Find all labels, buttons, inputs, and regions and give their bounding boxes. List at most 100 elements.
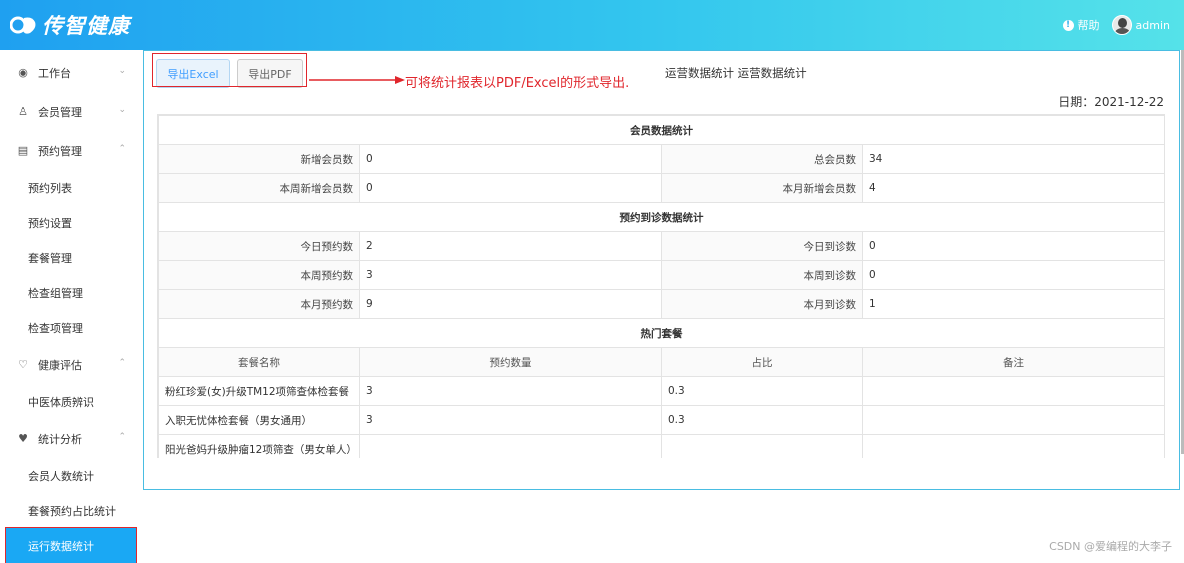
table-row: 粉红珍爱(女)升级TM12项筛查体检套餐 3 0.3 [158, 376, 1164, 406]
calendar-icon: ▤ [17, 144, 29, 157]
stat-label: 本周预约数 [158, 260, 360, 290]
sidebar-item-operation-stats[interactable]: 运行数据统计 [5, 527, 137, 563]
stat-value: 0 [359, 173, 662, 203]
help-link[interactable]: 帮助 [1078, 17, 1100, 33]
report-panel: 导出Excel 导出PDF 可将统计报表以PDF/Excel的形式导出. 运营数… [143, 50, 1180, 490]
package-name: 入职无忧体检套餐（男女通用） [158, 405, 360, 435]
table-row: 本月预约数 9 本月到诊数 1 [158, 289, 1164, 319]
sidebar-group-health[interactable]: ♡ 健康评估 ⌃ [0, 345, 142, 384]
date-value: 2021-12-22 [1094, 95, 1164, 109]
table-header-row: 套餐名称 预约数量 占比 备注 [158, 347, 1164, 377]
stat-value: 0 [862, 260, 1164, 290]
watermark: CSDN @爱编程的大李子 [1049, 540, 1172, 553]
sidebar-group-label: 健康评估 [38, 358, 82, 372]
stat-value: 9 [359, 289, 662, 319]
package-count: 3 [359, 376, 662, 406]
package-note [862, 405, 1164, 435]
page-title: 运营数据统计 运营数据统计 [665, 66, 807, 80]
stat-value: 34 [862, 144, 1164, 174]
chevron-up-icon: ⌃ [118, 432, 126, 442]
stat-label: 本月新增会员数 [661, 173, 863, 203]
package-name: 阳光爸妈升级肿瘤12项筛查（男女单人） [158, 434, 360, 458]
help-icon[interactable]: ! [1062, 19, 1074, 31]
logo-text: 传智健康 [42, 13, 130, 38]
package-ratio [661, 434, 863, 458]
heartbeat-icon: ♥ [18, 432, 28, 445]
top-header: 传智健康 ! 帮助 admin [0, 0, 1184, 50]
column-header: 套餐名称 [158, 347, 360, 377]
stat-label: 本月预约数 [158, 289, 360, 319]
dashboard-icon: ◉ [18, 66, 28, 79]
sidebar-group-dashboard[interactable]: ◉ 工作台 ⌄ [0, 53, 142, 92]
sidebar-group-label: 会员管理 [38, 105, 82, 119]
report-date: 日期：2021-12-22 [1058, 93, 1164, 110]
stat-label: 总会员数 [661, 144, 863, 174]
sidebar-item-packages[interactable]: 套餐管理 [0, 240, 142, 275]
annotation-text: 可将统计报表以PDF/Excel的形式导出. [405, 76, 630, 91]
sidebar-item-tcm-constitution[interactable]: 中医体质辨识 [0, 384, 142, 419]
stat-value: 0 [862, 231, 1164, 261]
chevron-up-icon: ⌃ [118, 144, 126, 154]
package-ratio: 0.3 [661, 405, 863, 435]
stat-label: 本月到诊数 [661, 289, 863, 319]
sidebar-group-statistics[interactable]: ♥ 统计分析 ⌃ [0, 419, 142, 458]
sidebar-group-members[interactable]: ♙ 会员管理 ⌄ [0, 92, 142, 131]
header-actions: ! 帮助 admin [1062, 14, 1170, 36]
section-row: 预约到诊数据统计 [158, 202, 1164, 232]
sidebar: ◉ 工作台 ⌄ ♙ 会员管理 ⌄ ▤ 预约管理 ⌃ 预约列表 预约设置 套餐管理… [0, 50, 142, 563]
column-header: 预约数量 [359, 347, 662, 377]
sidebar-item-reservation-settings[interactable]: 预约设置 [0, 205, 142, 240]
user-group-icon: ♙ [18, 105, 28, 118]
app-logo[interactable]: 传智健康 [10, 12, 130, 38]
section-title-members: 会员数据统计 [158, 115, 1164, 145]
username[interactable]: admin [1136, 19, 1170, 32]
table-row: 新增会员数 0 总会员数 34 [158, 144, 1164, 174]
package-name: 粉红珍爱(女)升级TM12项筛查体检套餐 [158, 376, 360, 406]
arrow-right-icon [309, 76, 405, 84]
section-row: 会员数据统计 [158, 115, 1164, 145]
stat-value: 2 [359, 231, 662, 261]
health-icon: ♡ [18, 358, 28, 371]
stat-value: 1 [862, 289, 1164, 319]
sidebar-item-reservation-list[interactable]: 预约列表 [0, 170, 142, 205]
package-count [359, 434, 662, 458]
export-highlight-box [152, 53, 307, 87]
table-row: 本周新增会员数 0 本月新增会员数 4 [158, 173, 1164, 203]
section-row: 热门套餐 [158, 318, 1164, 348]
table-row: 今日预约数 2 今日到诊数 0 [158, 231, 1164, 261]
section-title-hot-packages: 热门套餐 [158, 318, 1164, 348]
stat-value: 4 [862, 173, 1164, 203]
stat-label: 新增会员数 [158, 144, 360, 174]
package-note [862, 376, 1164, 406]
stat-label: 本周新增会员数 [158, 173, 360, 203]
date-label: 日期： [1058, 95, 1095, 109]
stat-value: 3 [359, 260, 662, 290]
report-table: 会员数据统计 新增会员数 0 总会员数 34 本周新增会员数 0 本月新增会员数… [158, 115, 1164, 458]
table-row: 阳光爸妈升级肿瘤12项筛查（男女单人） [158, 434, 1164, 458]
table-row: 入职无忧体检套餐（男女通用） 3 0.3 [158, 405, 1164, 435]
sidebar-group-label: 统计分析 [38, 432, 82, 446]
stat-label: 今日预约数 [158, 231, 360, 261]
report-table-container: 会员数据统计 新增会员数 0 总会员数 34 本周新增会员数 0 本月新增会员数… [157, 114, 1165, 458]
column-header: 占比 [661, 347, 863, 377]
package-ratio: 0.3 [661, 376, 863, 406]
sidebar-item-check-items[interactable]: 检查项管理 [0, 310, 142, 345]
sidebar-group-label: 工作台 [38, 66, 71, 80]
stat-label: 今日到诊数 [661, 231, 863, 261]
avatar[interactable] [1111, 15, 1132, 35]
chevron-down-icon: ⌄ [118, 66, 126, 76]
logo-mark-icon [10, 16, 36, 34]
chevron-down-icon: ⌄ [118, 105, 126, 115]
sidebar-item-member-stats[interactable]: 会员人数统计 [0, 458, 142, 493]
chevron-up-icon: ⌃ [118, 358, 126, 368]
package-note [862, 434, 1164, 458]
section-title-visits: 预约到诊数据统计 [158, 202, 1164, 232]
column-header: 备注 [862, 347, 1164, 377]
stat-label: 本周到诊数 [661, 260, 863, 290]
table-row: 本周预约数 3 本周到诊数 0 [158, 260, 1164, 290]
stat-value: 0 [359, 144, 662, 174]
sidebar-item-package-ratio[interactable]: 套餐预约占比统计 [0, 493, 142, 528]
sidebar-group-reservations[interactable]: ▤ 预约管理 ⌃ [0, 131, 142, 170]
package-count: 3 [359, 405, 662, 435]
sidebar-item-check-groups[interactable]: 检查组管理 [0, 275, 142, 310]
